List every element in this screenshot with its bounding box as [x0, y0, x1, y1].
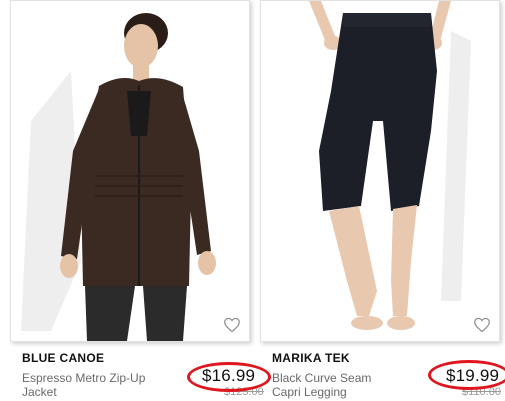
product-card[interactable]: BLUE CANOE Espresso Metro Zip-Up Jacket …: [10, 0, 271, 401]
heart-outline-icon[interactable]: [223, 317, 241, 333]
heart-outline-icon[interactable]: [473, 317, 491, 333]
brand-name[interactable]: BLUE CANOE: [22, 351, 104, 365]
legging-model-illustration: [309, 1, 471, 330]
brand-name[interactable]: MARIKA TEK: [272, 351, 350, 365]
product-image[interactable]: [260, 0, 500, 342]
product-name[interactable]: Espresso Metro Zip-Up Jacket: [22, 371, 152, 399]
product-card[interactable]: MARIKA TEK Black Curve Seam Capri Leggin…: [260, 0, 505, 401]
product-grid: BLUE CANOE Espresso Metro Zip-Up Jacket …: [0, 0, 505, 401]
jacket-model-illustration: [21, 13, 216, 341]
product-image[interactable]: [10, 0, 250, 342]
price-highlight-circle: [428, 360, 505, 390]
product-name[interactable]: Black Curve Seam Capri Legging: [272, 371, 402, 399]
price-highlight-circle: [187, 362, 271, 392]
